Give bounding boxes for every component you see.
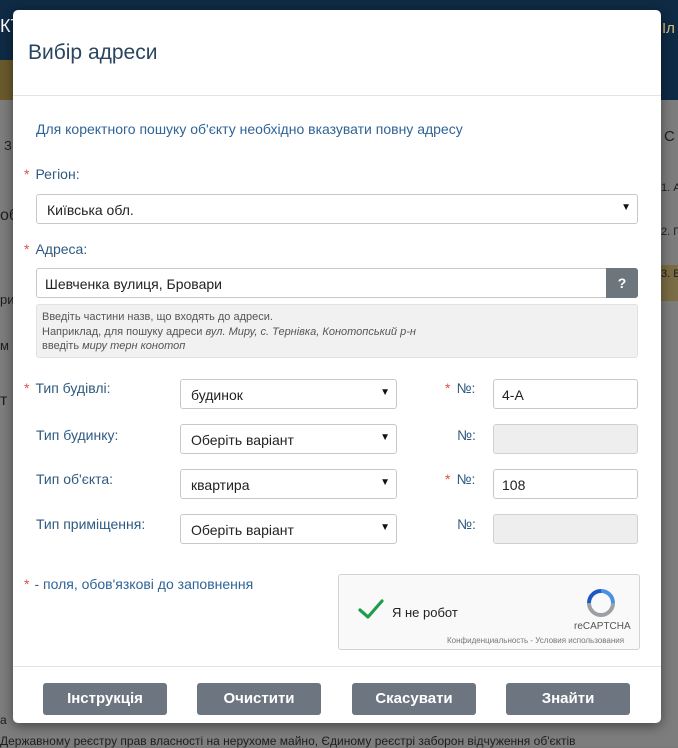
required-mark: * [445, 471, 451, 487]
required-mark: * [24, 241, 30, 257]
find-button[interactable]: Знайти [506, 683, 630, 715]
instruction-button[interactable]: Інструкція [43, 683, 167, 715]
required-fields-note: * - поля, обов'язкові до заповнення [24, 576, 254, 592]
checkmark-icon[interactable] [357, 595, 385, 623]
cancel-button[interactable]: Скасувати [352, 683, 476, 715]
dialog-header: Вибір адреси [13, 10, 661, 96]
recaptcha-brand: reCAPTCHA [574, 621, 631, 632]
recaptcha-logo-icon [587, 589, 615, 617]
required-mark: * [24, 166, 30, 182]
background-text: а [0, 713, 7, 727]
clear-button[interactable]: Очистити [197, 683, 321, 715]
building-number-label: * №: [445, 380, 476, 396]
background-strip [0, 60, 14, 100]
region-select[interactable]: Київська обл. ▼ [36, 194, 638, 224]
region-select-value: Київська обл. [47, 202, 134, 218]
house-type-select[interactable]: Оберіть варіант ▼ [180, 424, 397, 454]
required-mark: * [24, 576, 30, 592]
premises-number-input [493, 514, 638, 544]
object-type-select[interactable]: квартира ▼ [180, 469, 397, 499]
building-type-label: * Тип будівлі: [24, 380, 111, 396]
house-number-label: №: [457, 427, 476, 443]
dialog-title: Вибір адреси [28, 41, 158, 64]
caret-down-icon: ▼ [380, 387, 390, 398]
building-type-select[interactable]: будинок ▼ [180, 379, 397, 409]
address-input[interactable]: Шевченка вулиця, Бровари [36, 268, 607, 298]
caret-down-icon: ▼ [380, 477, 390, 488]
background-header-text: Іл [662, 20, 675, 37]
recaptcha-widget: Я не робот reCAPTCHA Конфиденциальность … [338, 574, 640, 650]
background-text: 3. В [661, 268, 678, 280]
required-mark: * [445, 380, 451, 396]
house-number-input [493, 424, 638, 454]
region-label: * Регіон: [24, 166, 80, 182]
background-text: т [0, 392, 8, 409]
background-text: 1. А [661, 182, 678, 194]
address-hint: Введіть частини назв, що входять до адре… [36, 304, 638, 358]
object-number-input[interactable]: 108 [493, 469, 638, 499]
address-help-button[interactable]: ? [606, 268, 638, 298]
recaptcha-links[interactable]: Конфиденциальность - Условия использован… [447, 636, 624, 645]
hint-line: Наприклад, для пошуку адреси вул. Миру, … [42, 325, 416, 338]
object-type-label: Тип об'єкта: [36, 471, 114, 487]
premises-type-label: Тип приміщення: [36, 516, 146, 532]
background-text: 2. П [661, 226, 678, 238]
recaptcha-label: Я не робот [392, 605, 458, 620]
caret-down-icon: ▼ [621, 202, 631, 213]
required-mark: * [24, 380, 30, 396]
caret-down-icon: ▼ [380, 432, 390, 443]
hint-line: Введіть частини назв, що входять до адре… [42, 311, 273, 323]
object-number-label: * №: [445, 471, 476, 487]
premises-type-select[interactable]: Оберіть варіант ▼ [180, 514, 397, 544]
background-text: З [4, 138, 12, 153]
background-text: С [664, 128, 675, 145]
address-dialog: Вибір адреси Для коректного пошуку об'єк… [13, 10, 661, 723]
hint-line: введіть миру терн конотоп [42, 340, 186, 352]
premises-number-label: №: [457, 516, 476, 532]
address-label: * Адреса: [24, 241, 88, 257]
address-input-value: Шевченка вулиця, Бровари [45, 276, 222, 292]
intro-text: Для коректного пошуку об'єкту необхідно … [36, 121, 463, 137]
building-number-input[interactable]: 4-А [493, 379, 638, 409]
house-type-label: Тип будинку: [36, 427, 119, 443]
caret-down-icon: ▼ [380, 522, 390, 533]
